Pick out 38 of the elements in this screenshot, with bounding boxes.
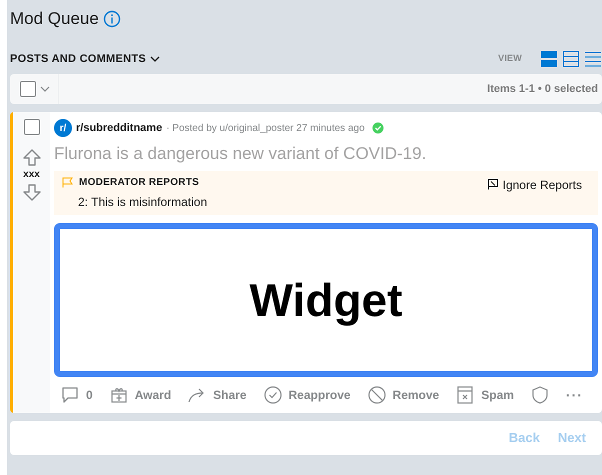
chevron-down-icon	[150, 56, 160, 62]
info-icon[interactable]	[102, 10, 121, 28]
subreddit-avatar[interactable]: r/	[54, 119, 72, 137]
spam-button[interactable]: Spam	[455, 385, 514, 405]
downvote-icon[interactable]	[22, 182, 42, 202]
filter-dropdown[interactable]: POSTS AND COMMENTS	[10, 50, 160, 68]
view-card-icon[interactable]	[540, 50, 558, 68]
reports-heading: MODERATOR REPORTS	[79, 176, 199, 190]
flag-icon	[62, 177, 73, 188]
subreddit-link[interactable]: r/subredditname	[76, 120, 162, 136]
upvote-icon[interactable]	[22, 148, 42, 168]
post-title[interactable]: Flurona is a dangerous new variant of COVID-19.	[54, 143, 598, 165]
chevron-down-icon[interactable]	[40, 86, 50, 92]
remove-button[interactable]: Remove	[366, 385, 440, 405]
item-count: Items 1-1 • 0 selected	[487, 82, 599, 97]
view-compact-icon[interactable]	[584, 50, 602, 68]
post-checkbox[interactable]	[24, 119, 40, 135]
comments-button[interactable]: 0	[60, 385, 93, 405]
page-title: Mod Queue	[10, 8, 99, 30]
award-button[interactable]: Award	[108, 385, 172, 405]
select-all-checkbox[interactable]	[20, 81, 36, 97]
share-button[interactable]: Share	[187, 385, 247, 405]
view-classic-icon[interactable]	[562, 50, 580, 68]
check-circle-icon	[262, 385, 283, 405]
widget-label: Widget	[250, 272, 402, 328]
ignore-reports-button[interactable]: Ignore Reports	[486, 176, 582, 192]
post-meta: · Posted by u/original_poster 27 minutes ago	[166, 122, 365, 136]
shield-icon[interactable]	[530, 385, 550, 405]
gift-icon	[108, 385, 129, 405]
reapprove-button[interactable]: Reapprove	[262, 385, 351, 405]
prohibited-icon	[366, 385, 387, 405]
view-label: VIEW	[498, 52, 522, 66]
more-options-button[interactable]: ···	[566, 384, 583, 406]
vote-count: xxx	[23, 168, 40, 182]
comment-icon	[60, 385, 80, 405]
report-reason: 2: This is misinformation	[77, 194, 208, 211]
flag-icon	[486, 178, 499, 190]
spam-icon	[455, 385, 476, 405]
